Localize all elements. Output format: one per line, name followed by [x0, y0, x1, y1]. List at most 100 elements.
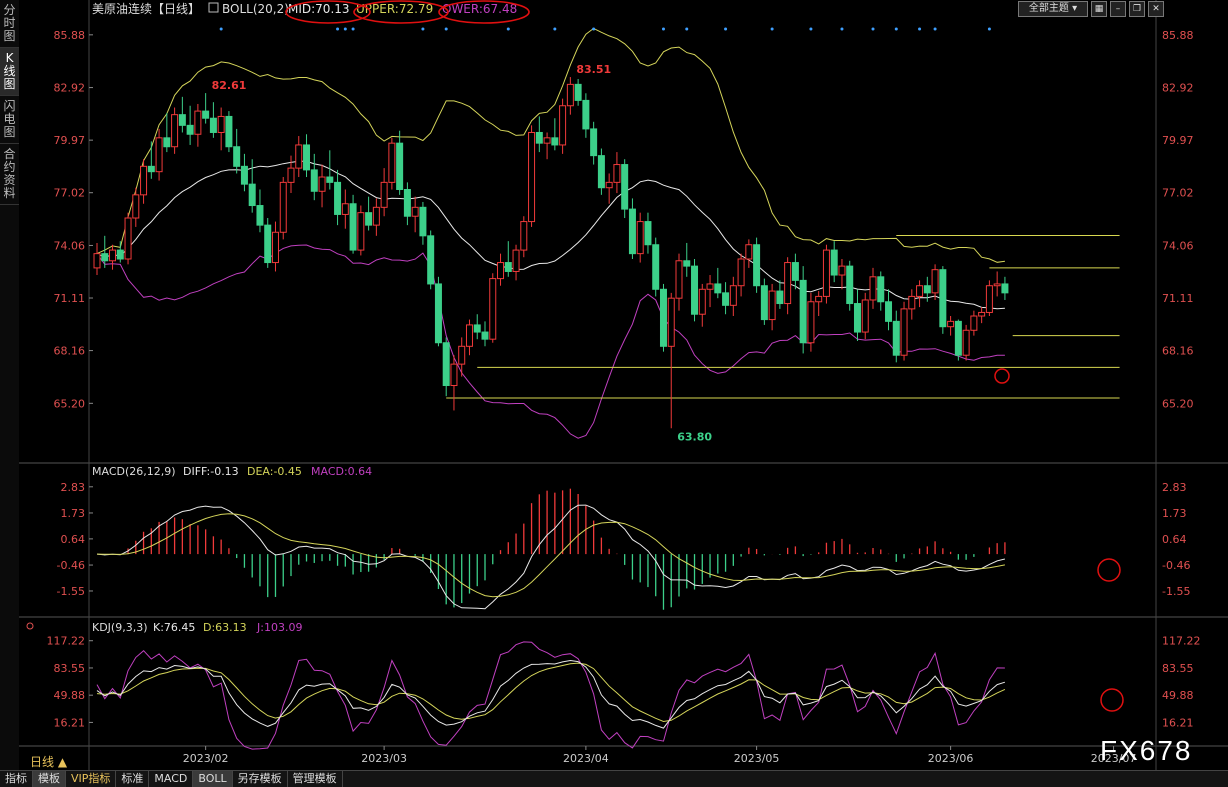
- signal-dot: [219, 27, 223, 31]
- theme-select[interactable]: 全部主题 ▾: [1018, 1, 1088, 17]
- candle-body: [481, 331, 489, 340]
- candle-body: [458, 345, 466, 365]
- candle-body: [566, 83, 574, 107]
- toolbar-button-2[interactable]: VIP指标: [66, 771, 117, 787]
- candle-body: [628, 208, 636, 255]
- candle-body: [590, 128, 598, 157]
- candle-body: [954, 320, 962, 356]
- candle-body: [853, 303, 861, 333]
- candle-body: [892, 320, 900, 356]
- candle-body: [659, 288, 667, 347]
- theme-select-label: 全部主题: [1028, 3, 1069, 14]
- candle-body: [597, 155, 605, 189]
- candle-body: [504, 262, 512, 272]
- candle-body: [380, 181, 388, 208]
- left-tick-label: 2.83: [61, 481, 86, 494]
- right-tick-label: 74.06: [1162, 239, 1194, 252]
- macd-dea: DEA:-0.45: [247, 465, 302, 478]
- candle-body: [155, 137, 163, 173]
- side-tab-kline[interactable]: K线图: [0, 48, 19, 96]
- candle-body: [411, 206, 419, 217]
- restore-icon[interactable]: ❐: [1129, 1, 1145, 17]
- candle-body: [434, 283, 442, 344]
- x-tick-label: 2023/02: [183, 752, 229, 765]
- period-selector[interactable]: 日线 ▲: [30, 753, 67, 770]
- candle-body: [714, 283, 722, 294]
- candle-body: [838, 265, 846, 276]
- candle-body: [326, 176, 334, 183]
- toolbar-button-6[interactable]: 另存模板: [233, 771, 288, 787]
- candle-body: [574, 83, 582, 101]
- right-tick-label: -0.46: [1162, 559, 1190, 572]
- right-tick-label: 117.22: [1162, 635, 1201, 648]
- candle-body: [784, 262, 792, 305]
- candle-body: [217, 115, 225, 133]
- left-tick-label: 82.92: [54, 82, 86, 95]
- candle-body: [993, 283, 1001, 287]
- candle-body: [450, 363, 458, 387]
- candle-body: [768, 290, 776, 321]
- right-tick-label: -1.55: [1162, 585, 1190, 598]
- candle-body: [698, 288, 706, 315]
- candle-body: [171, 114, 179, 148]
- left-tick-label: -0.46: [57, 559, 85, 572]
- boll-label: BOLL(20,2): [222, 2, 289, 16]
- side-tab-contract[interactable]: 合约资料: [0, 144, 19, 205]
- toolbar-button-3[interactable]: 标准: [116, 771, 150, 787]
- candle-body: [233, 146, 241, 167]
- candle-body: [512, 249, 520, 272]
- x-tick-label: 2023/04: [563, 752, 609, 765]
- signal-dot: [336, 27, 340, 31]
- right-tick-label: 2.83: [1162, 481, 1187, 494]
- watermark: FX678: [1100, 735, 1193, 766]
- candle-body: [489, 278, 497, 340]
- kdj-d: D:63.13: [203, 621, 247, 634]
- candle-body: [900, 308, 908, 356]
- candle-body: [737, 258, 745, 287]
- candle-body: [295, 144, 303, 169]
- candle-body: [365, 212, 373, 226]
- candle-body: [962, 329, 970, 356]
- candle-body: [675, 260, 683, 299]
- candle-body: [543, 137, 551, 144]
- candle-body: [147, 165, 155, 173]
- candle-body: [209, 117, 217, 133]
- toolbar-button-1[interactable]: 模板: [33, 771, 66, 787]
- side-tab-timeshare[interactable]: 分时图: [0, 0, 19, 48]
- candle-body: [279, 181, 287, 233]
- signal-dot: [809, 27, 813, 31]
- toolbar-button-0[interactable]: 指标: [0, 771, 33, 787]
- candle-body: [310, 169, 318, 192]
- candle-body: [178, 114, 186, 126]
- left-tick-label: -1.55: [57, 585, 85, 598]
- toolbar-button-5[interactable]: BOLL: [193, 771, 233, 787]
- toolbar-button-4[interactable]: MACD: [149, 771, 194, 787]
- left-tick-label: 16.21: [54, 716, 86, 729]
- signal-dot: [770, 27, 774, 31]
- candle-body: [970, 315, 978, 331]
- side-tab-flash[interactable]: 闪电图: [0, 96, 19, 144]
- signal-dot: [724, 27, 728, 31]
- candle-body: [535, 131, 543, 144]
- candle-body: [256, 205, 264, 226]
- right-tick-label: 16.21: [1162, 716, 1194, 729]
- candle-body: [419, 206, 427, 237]
- signal-dot: [661, 27, 665, 31]
- candle-body: [240, 165, 248, 185]
- grid-icon[interactable]: ▦: [1091, 1, 1107, 17]
- signal-dot: [553, 27, 557, 31]
- candle-body: [807, 301, 815, 344]
- toolbar-button-7[interactable]: 管理模板: [288, 771, 343, 787]
- right-tick-label: 85.88: [1162, 29, 1194, 42]
- candle-body: [978, 311, 986, 317]
- candle-body: [923, 285, 931, 294]
- price-annotation: 82.61: [212, 79, 247, 92]
- kline-chart: 85.88 85.88 82.92 82.92 79.97 79.97 77.02 77.02…: [19, 0, 1228, 770]
- close-icon[interactable]: ✕: [1148, 1, 1164, 17]
- candle-body: [613, 164, 621, 183]
- candle-body: [745, 244, 753, 260]
- signal-dot: [933, 27, 937, 31]
- candle-body: [551, 137, 559, 146]
- x-tick-label: 2023/05: [734, 752, 780, 765]
- minimize-icon[interactable]: –: [1110, 1, 1126, 17]
